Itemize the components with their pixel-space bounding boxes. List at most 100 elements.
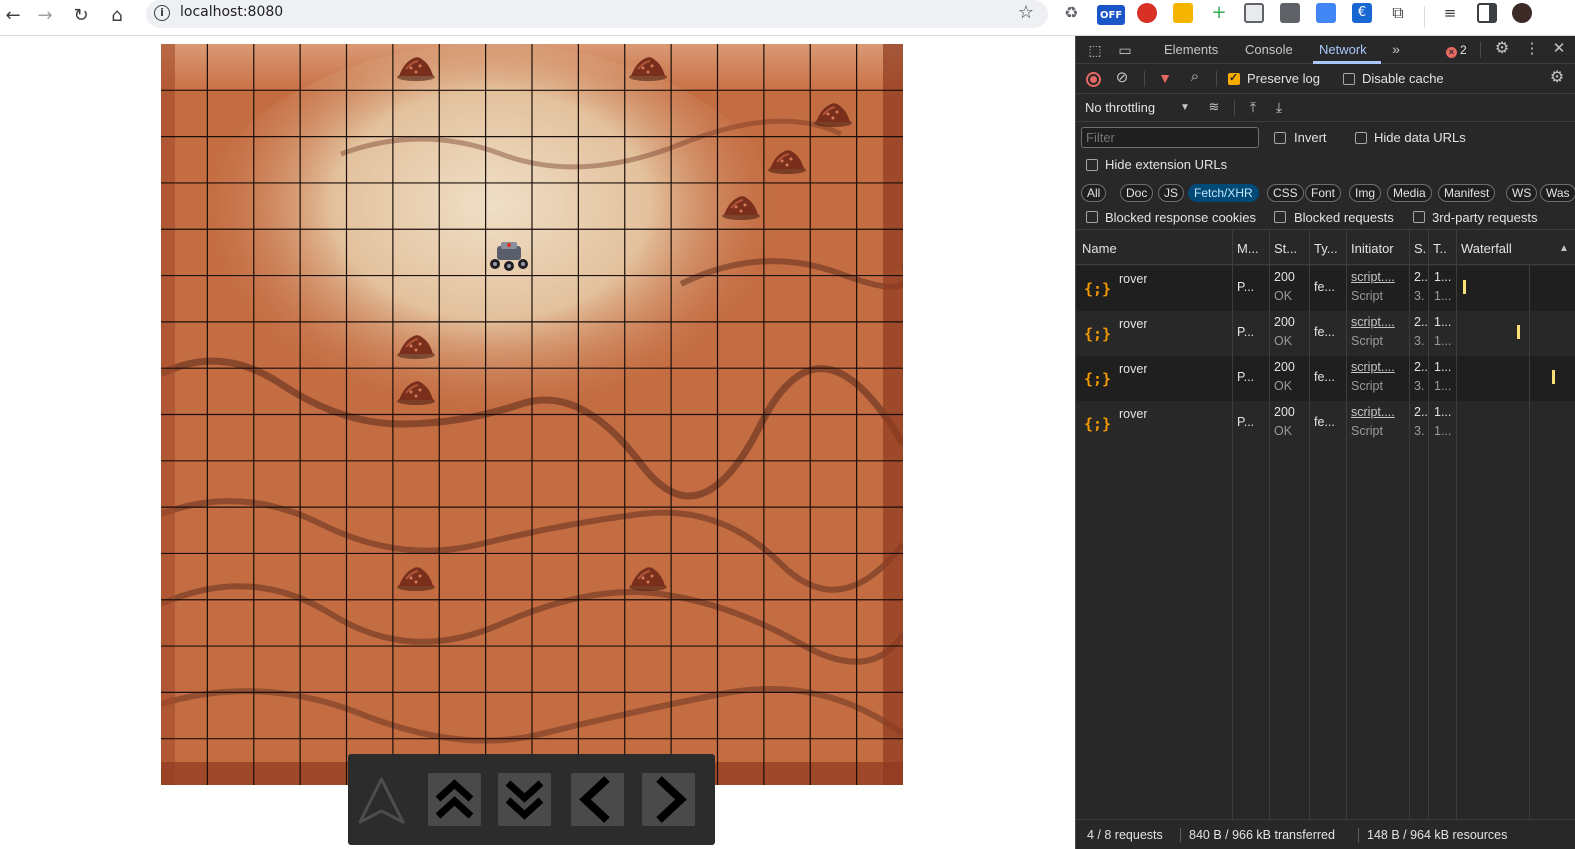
record-stop-icon[interactable] [1086,72,1101,87]
puzzle-icon[interactable]: ⧉ [1388,3,1408,23]
qr-extension-icon[interactable] [1280,3,1300,23]
search-icon[interactable]: ⌕ [1186,69,1204,85]
more-tabs-icon[interactable]: » [1388,41,1404,57]
rover-controls [348,754,715,845]
filter-funnel-icon[interactable]: ▼ [1156,70,1174,86]
note-extension-icon[interactable] [1173,3,1193,23]
table-row[interactable]: {;} rover P... 200 OK fe... script.... S… [1076,356,1575,401]
network-settings-gear-icon[interactable]: ⚙ [1548,70,1566,86]
chip-css[interactable]: CSS [1267,184,1304,202]
double-up-button[interactable] [428,773,481,826]
reload-icon[interactable]: ↻ [68,3,94,29]
request-name[interactable]: rover [1119,407,1147,421]
side-panel-icon[interactable] [1477,3,1497,23]
fetch-request-icon: {;} [1084,280,1112,298]
hide-extension-urls-checkbox[interactable] [1086,159,1098,171]
chip-manifest[interactable]: Manifest [1438,184,1496,202]
arrow-left-icon[interactable]: ← [0,3,26,29]
chip-media[interactable]: Media [1387,184,1432,202]
chip-doc[interactable]: Doc [1120,184,1154,202]
arrow-up-outline-icon [358,777,405,824]
blocked-cookies-label: Blocked response cookies [1105,210,1257,225]
off-extension-icon[interactable]: OFF [1097,5,1125,25]
col-status[interactable]: St... [1274,241,1297,256]
request-initiator[interactable]: script.... [1351,270,1409,284]
requests-table-header: Name M... St... Ty... Initiator S. T.. W… [1076,230,1575,265]
settings-gear-icon[interactable]: ⚙ [1493,41,1511,57]
sort-ascending-icon[interactable]: ▲ [1558,241,1570,257]
col-name[interactable]: Name [1082,241,1117,256]
chip-img[interactable]: Img [1349,184,1382,202]
double-down-button[interactable] [498,773,551,826]
error-icon: × [1446,47,1457,58]
filter-input[interactable] [1081,127,1259,148]
address-bar[interactable]: i localhost:8080 ☆ [146,0,1048,28]
col-method[interactable]: M... [1237,241,1259,256]
tab-network[interactable]: Network [1319,42,1367,57]
upload-icon[interactable]: ⤒ [1245,99,1261,115]
col-initiator[interactable]: Initiator [1351,241,1394,256]
tab-elements[interactable]: Elements [1164,42,1218,57]
tab-console[interactable]: Console [1245,42,1293,57]
throttling-select[interactable]: No throttling [1085,100,1155,115]
avatar[interactable] [1512,3,1532,23]
chip-js[interactable]: JS [1158,184,1185,202]
turn-right-button[interactable] [642,773,695,826]
request-time: 1... [1434,270,1452,284]
plus-extension-icon[interactable]: + [1209,3,1229,23]
blocked-requests-checkbox[interactable] [1274,211,1286,223]
request-initiator[interactable]: script.... [1351,405,1409,419]
arrow-right-icon[interactable]: → [32,3,58,29]
recycle-extension-icon[interactable]: ♻ [1064,3,1084,23]
col-size[interactable]: S. [1414,241,1426,256]
request-initiator[interactable]: script.... [1351,360,1409,374]
request-initiator[interactable]: script.... [1351,315,1409,329]
request-time: 1... [1434,315,1452,329]
col-time[interactable]: T.. [1433,241,1447,256]
request-name[interactable]: rover [1119,317,1147,331]
reading-list-icon[interactable]: ≡ [1440,3,1460,23]
clear-icon[interactable]: ⊘ [1113,70,1131,86]
chip-ws[interactable]: WS [1506,184,1538,202]
chip-all[interactable]: All [1081,184,1107,202]
invert-checkbox[interactable] [1274,132,1286,144]
table-row[interactable]: {;} rover P... 200 OK fe... script.... S… [1076,401,1575,446]
rock-mound-icon [396,53,436,82]
table-row[interactable]: {;} rover P... 200 OK fe... script.... S… [1076,311,1575,356]
request-name[interactable]: rover [1119,362,1147,376]
chevrons-down-icon [505,780,544,820]
error-counter[interactable]: × 2 [1446,43,1467,58]
home-icon[interactable]: ⌂ [104,3,130,29]
blocked-requests-label: Blocked requests [1294,210,1394,225]
inspect-element-icon[interactable]: ⬚ [1086,42,1104,58]
device-toolbar-icon[interactable]: ▭ [1116,42,1134,58]
euro-extension-icon[interactable]: € [1352,3,1372,23]
table-row[interactable]: {;} rover P... 200 OK fe... script.... S… [1076,266,1575,311]
chevron-down-icon[interactable]: ▼ [1178,100,1192,116]
third-party-checkbox[interactable] [1413,211,1425,223]
close-devtools-icon[interactable]: ✕ [1550,41,1568,57]
disable-cache-checkbox[interactable] [1343,73,1355,85]
turn-left-button[interactable] [571,773,624,826]
star-icon[interactable]: ☆ [1018,2,1034,23]
download-icon[interactable]: ⤓ [1271,99,1287,115]
request-name[interactable]: rover [1119,272,1147,286]
col-waterfall[interactable]: Waterfall [1461,241,1512,256]
kebab-menu-icon[interactable]: ⋮ [1524,41,1540,57]
col-type[interactable]: Ty... [1314,241,1338,256]
hide-data-urls-checkbox[interactable] [1355,132,1367,144]
blocked-cookies-checkbox[interactable] [1086,211,1098,223]
site-info-icon[interactable]: i [154,5,170,21]
request-type: fe... [1314,370,1335,384]
network-conditions-icon[interactable]: ≋ [1204,99,1224,115]
window-extension-icon[interactable] [1244,3,1264,23]
chip-font[interactable]: Font [1305,184,1342,202]
translate-extension-icon[interactable] [1316,3,1336,23]
extra-filter-row: Blocked response cookies Blocked request… [1076,204,1575,230]
chip-fetch-xhr[interactable]: Fetch/XHR [1188,184,1259,202]
adblock-extension-icon[interactable] [1137,3,1157,23]
move-forward-button[interactable] [355,773,408,826]
chip-wasm[interactable]: Was [1540,184,1575,202]
preserve-log-checkbox[interactable] [1228,71,1240,85]
request-status-text: OK [1274,289,1293,303]
